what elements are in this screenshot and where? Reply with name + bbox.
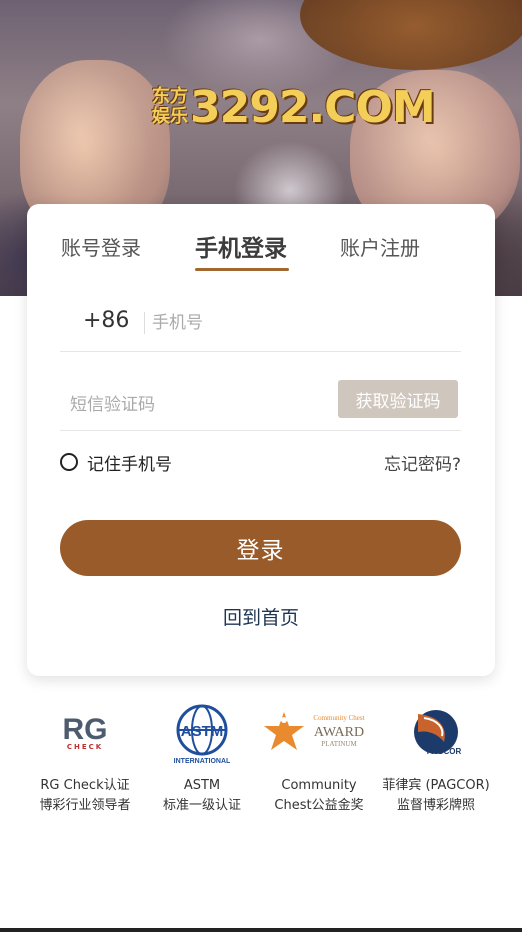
sms-code-input[interactable]	[70, 390, 320, 420]
bottom-bar	[0, 928, 522, 932]
svg-text:PAGCOR: PAGCOR	[427, 747, 462, 756]
remember-row: 记住手机号 忘记密码?	[60, 450, 461, 475]
cert-astm: ASTM INTERNATIONAL ASTM 标准一级认证	[137, 700, 267, 816]
back-home-link[interactable]: 回到首页	[27, 603, 495, 630]
cert-line-2: Chest公益金奖	[274, 798, 364, 813]
rg-logo-text: RG	[62, 713, 108, 746]
cert-pagcor: PAGCOR 菲律宾 (PAGCOR) 监督博彩牌照	[371, 700, 501, 816]
tab-account-login[interactable]: 账号登录	[61, 232, 141, 261]
login-button[interactable]: 登录	[60, 520, 461, 576]
cert-line-1: 菲律宾 (PAGCOR)	[382, 778, 490, 793]
tab-register[interactable]: 账户注册	[340, 232, 420, 261]
brand-logo: 东方 娱乐 3292.COM	[152, 81, 436, 133]
cert-community-chest: Community Chest AWARD PLATINUM Community…	[254, 700, 384, 816]
brand-logo-main: 3292.COM	[190, 81, 436, 133]
cert-line-1: ASTM	[183, 778, 221, 793]
svg-text:Community Chest: Community Chest	[313, 714, 364, 722]
login-card: 账号登录 手机登录 账户注册 +86 获取验证码 记住手机号 忘记密码? 登录 …	[27, 204, 495, 676]
astm-globe-icon: ASTM INTERNATIONAL	[174, 704, 231, 765]
cert-rg-check: RG CHECK RG Check认证 博彩行业领导者	[20, 700, 150, 816]
forgot-password-link[interactable]: 忘记密码?	[384, 450, 461, 475]
cert-line-1: Community	[281, 778, 357, 793]
cert-line-2: 监督博彩牌照	[396, 798, 475, 813]
country-code[interactable]: +86	[83, 308, 129, 333]
community-chest-logo: Community Chest AWARD PLATINUM	[254, 700, 384, 768]
field-divider	[144, 312, 145, 334]
phone-input[interactable]	[152, 308, 442, 338]
remember-label[interactable]: 记住手机号	[87, 450, 172, 475]
award-star-icon: Community Chest AWARD PLATINUM	[264, 712, 365, 750]
rg-logo-sub: CHECK	[66, 743, 104, 751]
active-tab-indicator	[195, 268, 289, 271]
get-code-button[interactable]: 获取验证码	[338, 380, 458, 418]
pagcor-logo: PAGCOR	[371, 700, 501, 768]
cert-line-2: 标准一级认证	[162, 798, 241, 813]
rg-check-logo: RG CHECK	[20, 700, 150, 768]
astm-logo: ASTM INTERNATIONAL	[137, 700, 267, 768]
svg-text:INTERNATIONAL: INTERNATIONAL	[174, 758, 231, 765]
brand-logo-bottom: 娱乐	[152, 106, 188, 127]
sms-code-row: 获取验证码	[60, 378, 461, 431]
hero-art-hat	[300, 0, 522, 70]
login-tabs: 账号登录 手机登录 账户注册	[27, 204, 495, 274]
tab-phone-login[interactable]: 手机登录	[195, 229, 287, 263]
cert-line-1: RG Check认证	[40, 778, 130, 793]
svg-text:ASTM: ASTM	[181, 723, 224, 740]
cert-line-2: 博彩行业领导者	[39, 798, 131, 813]
svg-text:PLATINUM: PLATINUM	[321, 740, 357, 748]
remember-radio[interactable]	[60, 453, 78, 471]
pagcor-emblem-icon: PAGCOR	[414, 710, 462, 756]
svg-text:AWARD: AWARD	[314, 725, 364, 740]
phone-row: +86	[60, 300, 461, 352]
brand-logo-top: 东方	[152, 86, 188, 107]
